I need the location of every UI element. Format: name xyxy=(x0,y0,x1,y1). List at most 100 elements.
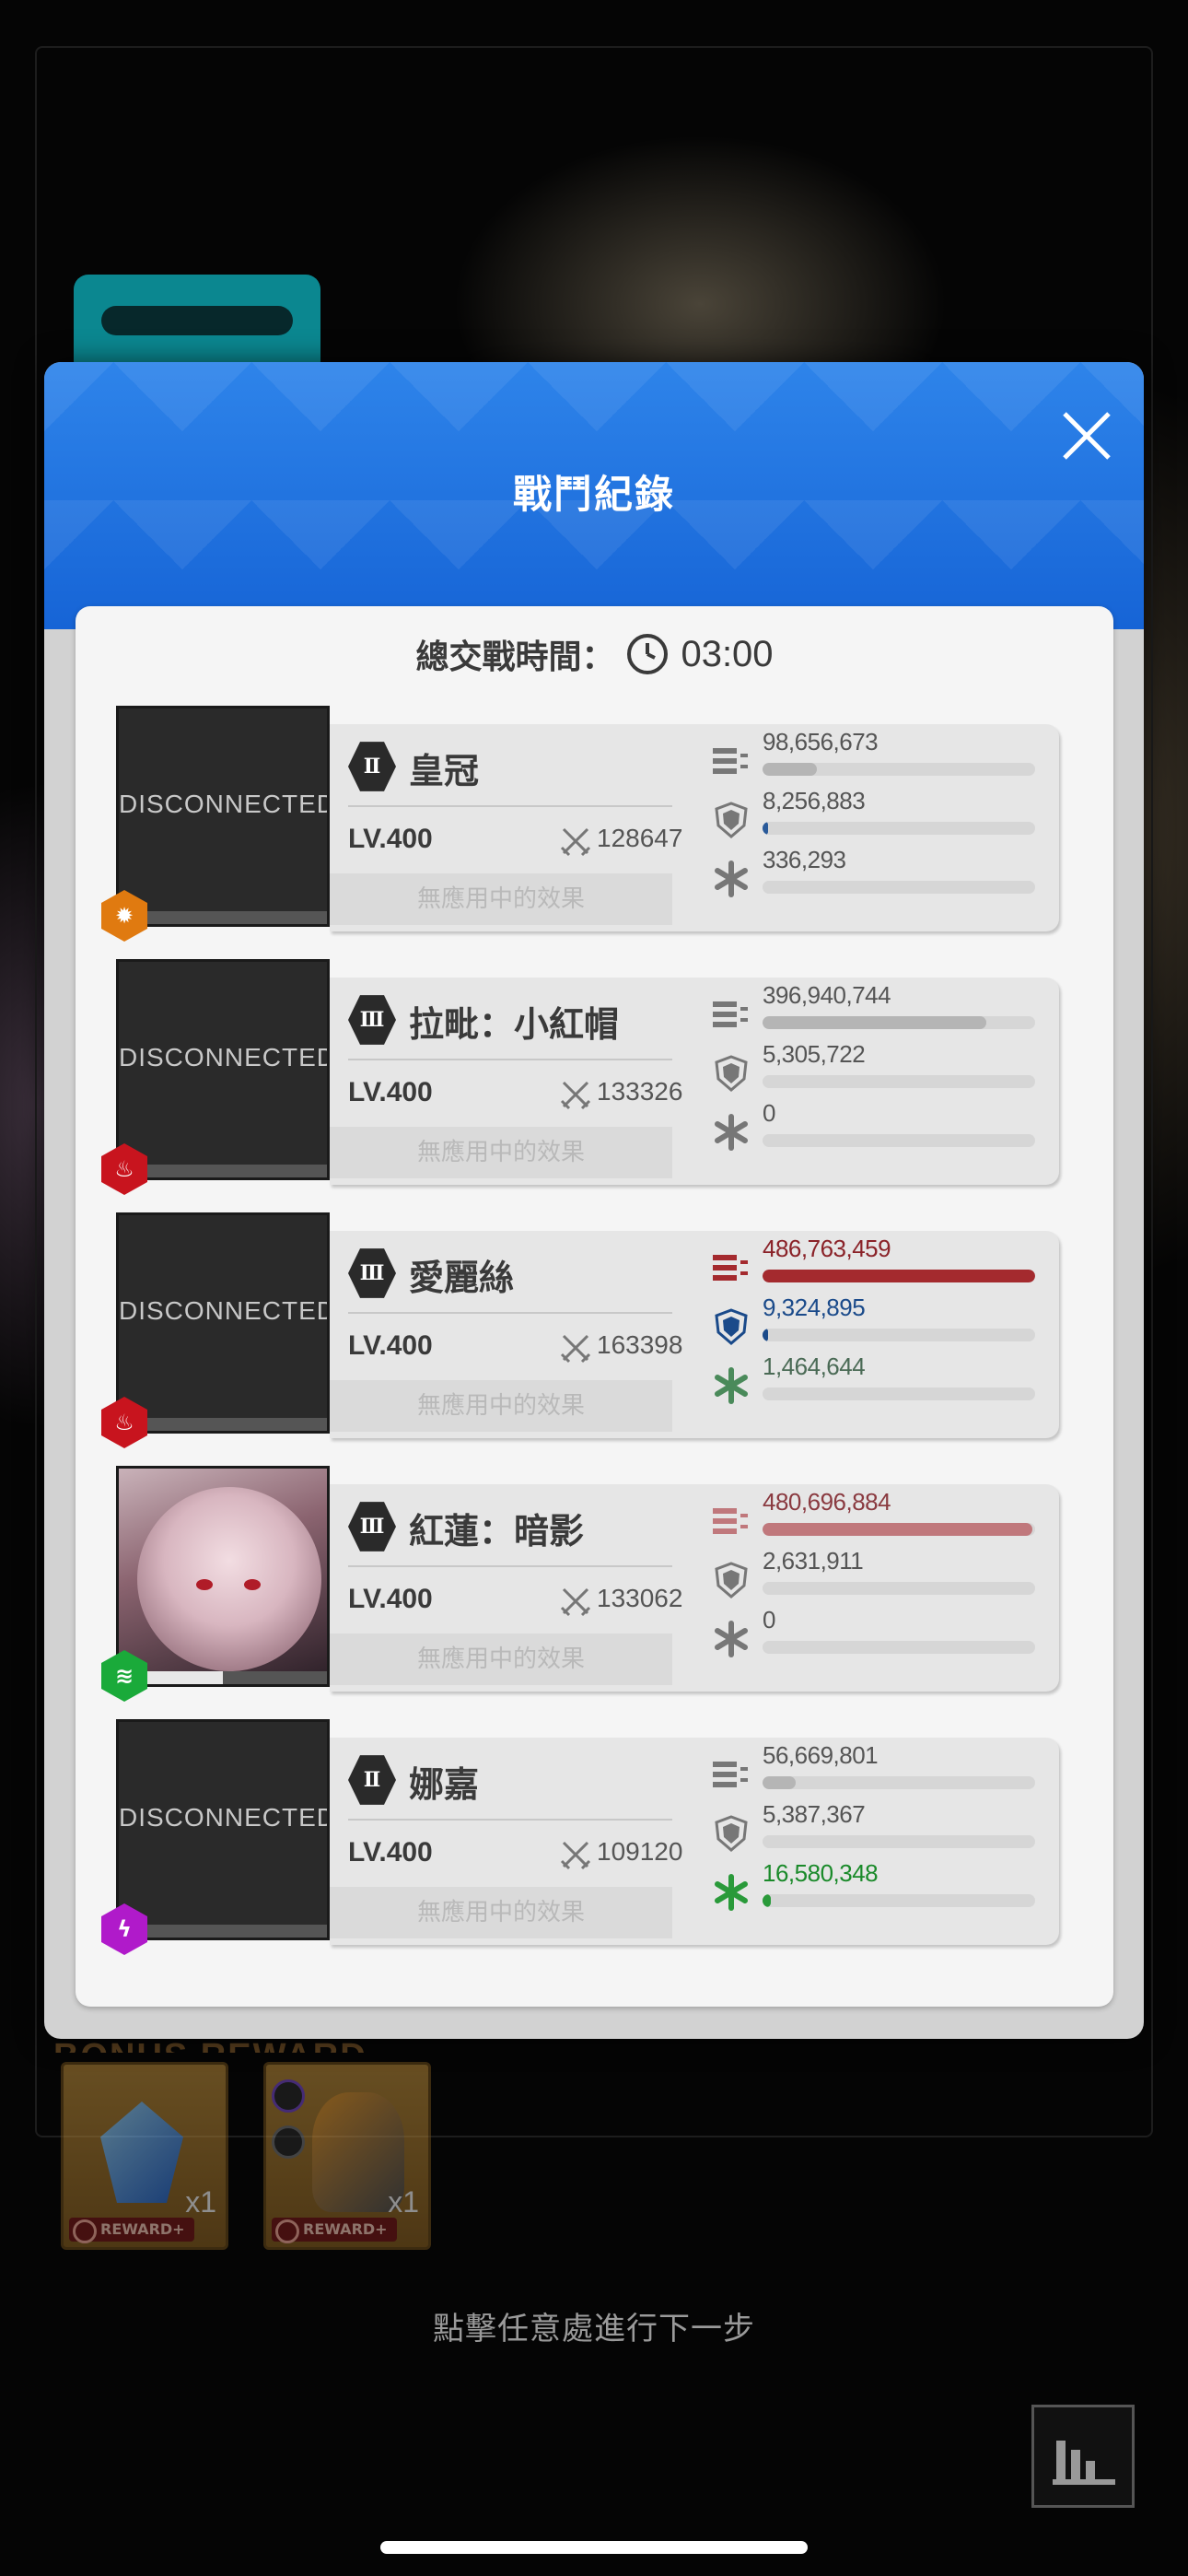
damage-value: 486,763,459 xyxy=(763,1235,891,1262)
character-info-card: Ⅲ 拉毗：小紅帽 LV.400 133326 無應用中的效果 396,940,7… xyxy=(330,978,1059,1185)
reward-plus-tag: REWARD+ xyxy=(272,2218,397,2243)
character-record-row: DISCONNECTED ♨ Ⅲ 拉毗：小紅帽 LV.400 133326 無應… xyxy=(101,959,1065,1195)
rarity-badge-icon xyxy=(272,2079,305,2113)
heal-value: 1,464,644 xyxy=(763,1352,866,1380)
divider xyxy=(348,1059,672,1060)
disconnected-label: DISCONNECTED xyxy=(119,1043,330,1071)
rarity-rank-icon: Ⅲ xyxy=(348,1248,396,1298)
clock-icon xyxy=(627,634,669,674)
shield-bar xyxy=(763,1329,1035,1341)
character-name: 皇冠 xyxy=(409,751,480,791)
damage-bar xyxy=(763,1776,1035,1789)
crossed-swords-icon xyxy=(560,1081,591,1110)
crystal-icon xyxy=(100,2102,183,2203)
heal-value: 0 xyxy=(763,1099,775,1127)
combat-power: 133062 xyxy=(597,1584,683,1612)
combat-power: 133326 xyxy=(597,1077,683,1106)
record-panel: 總交戰時間： 03:00 DISCONNECTED ✹ Ⅱ 皇冠 LV.400 xyxy=(76,606,1113,2007)
modal-header: 戰鬥紀錄 xyxy=(44,362,1144,629)
damage-icon xyxy=(713,1762,748,1787)
heal-stat: 1,464,644 xyxy=(713,1352,1044,1411)
reward-item-crystal[interactable]: x1 REWARD+ xyxy=(61,2062,228,2250)
character-level: LV.400 xyxy=(348,1837,433,1868)
heal-bar xyxy=(763,1894,1035,1907)
shield-stat: 5,305,722 xyxy=(713,1040,1044,1099)
character-record-row: DISCONNECTED ϟ Ⅱ 娜嘉 LV.400 109120 無應用中的效… xyxy=(101,1719,1065,1955)
damage-stat: 486,763,459 xyxy=(713,1235,1044,1294)
statistics-button[interactable] xyxy=(1031,2405,1135,2508)
damage-bar xyxy=(763,1016,1035,1029)
damage-icon xyxy=(713,1001,748,1027)
heal-asterisk-icon xyxy=(715,1874,748,1911)
character-level: LV.400 xyxy=(348,1077,433,1107)
active-effects: 無應用中的效果 xyxy=(330,1380,672,1432)
heal-bar xyxy=(763,881,1035,894)
damage-icon xyxy=(713,748,748,774)
shield-stat: 9,324,895 xyxy=(713,1294,1044,1352)
damage-value: 480,696,884 xyxy=(763,1488,891,1516)
shield-bar xyxy=(763,1835,1035,1848)
rarity-rank-icon: Ⅱ xyxy=(348,1755,396,1805)
crossed-swords-icon xyxy=(560,1841,591,1870)
character-level: LV.400 xyxy=(348,1330,433,1361)
divider xyxy=(348,805,672,807)
character-eye xyxy=(196,1579,213,1590)
damage-icon xyxy=(713,1255,748,1281)
heal-stat: 0 xyxy=(713,1606,1044,1665)
home-indicator[interactable] xyxy=(380,2541,808,2554)
damage-stat: 396,940,744 xyxy=(713,981,1044,1040)
character-name: 拉毗：小紅帽 xyxy=(409,1004,620,1045)
close-button[interactable] xyxy=(1048,397,1125,474)
shield-value: 5,387,367 xyxy=(763,1800,866,1828)
divider xyxy=(348,1565,672,1567)
character-info-card: Ⅱ 娜嘉 LV.400 109120 無應用中的效果 56,669,801 5,… xyxy=(330,1738,1059,1945)
continue-hint[interactable]: 點擊任意處進行下一步 xyxy=(0,2303,1188,2348)
battle-record-modal: 戰鬥紀錄 總交戰時間： 03:00 DISCONNECTED ✹ Ⅱ 皇冠 LV… xyxy=(44,362,1144,2039)
character-portrait: DISCONNECTED xyxy=(116,1719,330,1940)
damage-value: 396,940,744 xyxy=(763,981,891,1009)
character-record-row: ≋ Ⅲ 紅蓮：暗影 LV.400 133062 無應用中的效果 480,696,… xyxy=(101,1466,1065,1702)
heal-value: 336,293 xyxy=(763,846,846,873)
character-record-row: DISCONNECTED ✹ Ⅱ 皇冠 LV.400 128647 無應用中的效… xyxy=(101,706,1065,942)
damage-bar xyxy=(763,1270,1035,1282)
hp-bar xyxy=(119,1165,327,1177)
shield-icon xyxy=(715,802,748,838)
divider xyxy=(348,1819,672,1821)
reward-item-mech[interactable]: x1 REWARD+ xyxy=(263,2062,431,2250)
character-eye xyxy=(244,1579,261,1590)
shield-stat: 8,256,883 xyxy=(713,787,1044,846)
active-effects: 無應用中的效果 xyxy=(330,1127,672,1178)
rarity-rank-icon: Ⅲ xyxy=(348,1502,396,1551)
heal-bar xyxy=(763,1388,1035,1400)
modal-title: 戰鬥紀錄 xyxy=(512,472,675,517)
combat-power: 109120 xyxy=(597,1837,683,1866)
damage-stat: 56,669,801 xyxy=(713,1741,1044,1800)
damage-icon xyxy=(713,1508,748,1534)
reward-plus-tag: REWARD+ xyxy=(69,2218,194,2243)
active-effects: 無應用中的效果 xyxy=(330,873,672,925)
time-label: 總交戰時間： xyxy=(415,638,615,676)
heal-stat: 0 xyxy=(713,1099,1044,1158)
character-name: 愛麗絲 xyxy=(409,1258,515,1298)
reward-quantity: x1 xyxy=(185,2185,216,2219)
character-portrait: DISCONNECTED xyxy=(116,1212,330,1434)
shield-icon xyxy=(715,1815,748,1852)
divider xyxy=(348,1312,672,1314)
active-effects: 無應用中的效果 xyxy=(330,1887,672,1938)
heal-asterisk-icon xyxy=(715,1367,748,1404)
bar-chart-icon xyxy=(1053,2441,1115,2485)
heal-bar xyxy=(763,1134,1035,1147)
character-info-card: Ⅲ 紅蓮：暗影 LV.400 133062 無應用中的效果 480,696,88… xyxy=(330,1484,1059,1692)
shield-value: 5,305,722 xyxy=(763,1040,866,1068)
damage-bar xyxy=(763,763,1035,776)
shield-icon xyxy=(715,1055,748,1092)
character-art xyxy=(137,1487,321,1671)
shield-bar xyxy=(763,1075,1035,1088)
combat-power: 163398 xyxy=(597,1330,683,1359)
heal-value: 16,580,348 xyxy=(763,1859,879,1887)
hp-bar xyxy=(119,911,327,924)
time-value: 03:00 xyxy=(681,633,774,674)
damage-bar xyxy=(763,1523,1035,1536)
close-icon xyxy=(1063,412,1111,460)
shield-bar xyxy=(763,822,1035,835)
